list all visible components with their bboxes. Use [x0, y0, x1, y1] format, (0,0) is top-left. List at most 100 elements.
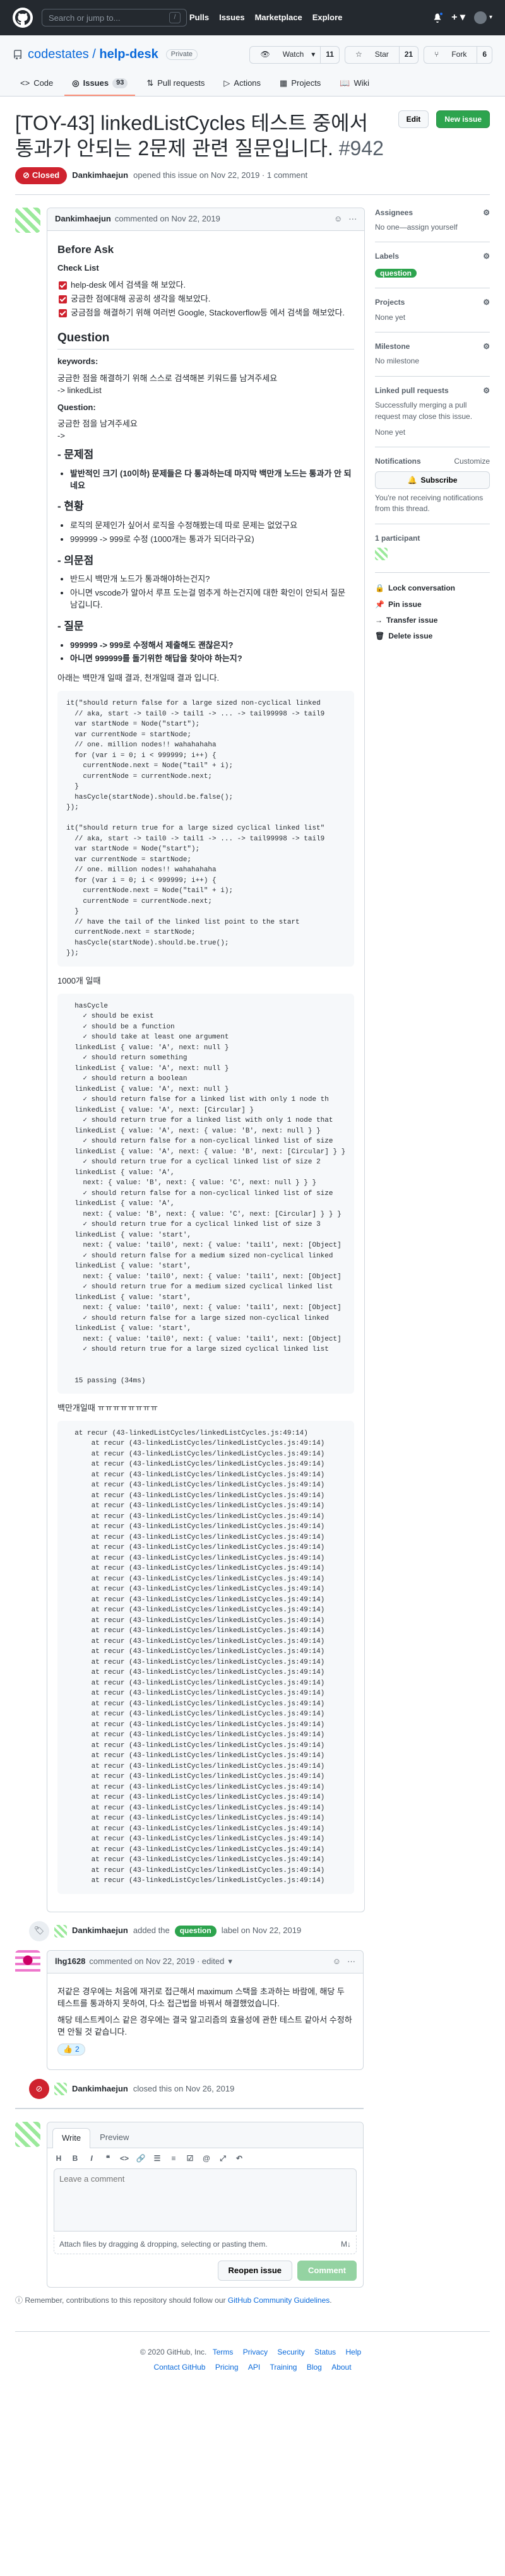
projects-heading[interactable]: Projects	[375, 297, 405, 308]
reply-icon[interactable]: ↶	[234, 2153, 244, 2163]
customize-link[interactable]: Customize	[454, 456, 490, 467]
tab-issues[interactable]: ◎ Issues 93	[64, 73, 136, 96]
reaction-thumbs-up[interactable]: 👍 2	[57, 2044, 85, 2056]
delete-issue-action[interactable]: 🗑 Delete issue	[375, 631, 490, 642]
checkbox-icon[interactable]	[59, 295, 67, 303]
fork-count[interactable]: 6	[477, 46, 492, 63]
label-badge[interactable]: question	[174, 1926, 217, 1937]
tab-wiki[interactable]: 📖 Wiki	[332, 73, 377, 96]
milestone-heading[interactable]: Milestone	[375, 341, 410, 352]
fork-button[interactable]: ⑂ Fork 6	[424, 45, 492, 64]
gear-icon[interactable]: ⚙	[483, 251, 490, 262]
transfer-issue-action[interactable]: → Transfer issue	[375, 615, 490, 626]
github-logo-icon[interactable]	[13, 8, 33, 28]
footer-link[interactable]: Contact GitHub	[153, 2363, 205, 2372]
avatar[interactable]	[54, 2083, 67, 2096]
task-list-icon[interactable]: ☑	[185, 2153, 195, 2163]
kebab-horizontal-icon[interactable]: ···	[348, 213, 357, 225]
markdown-toolbar: H B I ❝ <> 🔗 ☰ ≡ ☑ @ ⤢ ↶	[47, 2148, 363, 2168]
quote-icon[interactable]: ❝	[103, 2153, 113, 2163]
checkbox-icon[interactable]	[59, 309, 67, 317]
footer-link[interactable]: Security	[277, 2348, 304, 2356]
footer-link[interactable]: About	[331, 2363, 351, 2372]
kebab-horizontal-icon[interactable]: ···	[347, 1956, 355, 1968]
search-input[interactable]	[42, 9, 187, 26]
avatar[interactable]	[375, 547, 388, 560]
labels-heading[interactable]: Labels	[375, 251, 399, 262]
comment-textarea[interactable]	[54, 2168, 357, 2232]
ordered-list-icon[interactable]: ≡	[169, 2153, 179, 2163]
avatar[interactable]	[15, 2122, 40, 2148]
repo-name-link[interactable]: help-desk	[99, 47, 158, 61]
gear-icon[interactable]: ⚙	[483, 341, 490, 352]
guidelines-link[interactable]: GitHub Community Guidelines	[228, 2296, 330, 2305]
footer-link[interactable]: API	[248, 2363, 260, 2372]
user-avatar-menu[interactable]: ▾	[473, 11, 492, 24]
footer-link[interactable]: Privacy	[243, 2348, 268, 2356]
watch-button[interactable]: 👁 Watch ▾ 11	[249, 45, 340, 64]
footer-link[interactable]: Pricing	[215, 2363, 239, 2372]
comment-author[interactable]: Dankimhaejun	[55, 213, 111, 225]
label-badge[interactable]: question	[375, 268, 417, 278]
gear-icon[interactable]: ⚙	[483, 297, 490, 308]
watch-count[interactable]: 11	[320, 46, 339, 63]
star-count[interactable]: 21	[398, 46, 418, 63]
unordered-list-icon[interactable]: ☰	[152, 2153, 162, 2163]
footer-link[interactable]: Status	[314, 2348, 336, 2356]
event-author[interactable]: Dankimhaejun	[72, 1925, 128, 1937]
edit-title-button[interactable]: Edit	[398, 110, 429, 128]
comment-button[interactable]: Comment	[297, 2260, 357, 2281]
attach-files-zone[interactable]: Attach files by dragging & dropping, sel…	[54, 2235, 357, 2254]
question-desc: 궁금한 점을 남겨주세요 ->	[57, 419, 138, 441]
lock-conversation-action[interactable]: 🔒 Lock conversation	[375, 583, 490, 594]
link-icon[interactable]: 🔗	[136, 2153, 146, 2163]
nav-pulls[interactable]: Pulls	[189, 12, 209, 24]
heading-icon[interactable]: H	[54, 2153, 64, 2163]
event-author[interactable]: Dankimhaejun	[72, 2083, 128, 2095]
assignees-value[interactable]: No one—assign yourself	[375, 222, 490, 233]
subscribe-button[interactable]: 🔔 Subscribe	[375, 471, 490, 489]
issue-closed-icon: ⊘	[23, 170, 30, 180]
edited-dropdown-icon[interactable]: ▾	[228, 1956, 232, 1968]
tab-code[interactable]: <> Code	[13, 73, 61, 96]
nav-explore[interactable]: Explore	[312, 12, 343, 24]
reopen-issue-button[interactable]: Reopen issue	[217, 2260, 293, 2281]
gear-icon[interactable]: ⚙	[483, 385, 490, 396]
tab-actions[interactable]: ▷ Actions	[216, 73, 268, 96]
nav-marketplace[interactable]: Marketplace	[255, 12, 302, 24]
notifications-bell-icon[interactable]	[432, 11, 444, 23]
issue-author[interactable]: Dankimhaejun	[72, 170, 128, 182]
tab-preview[interactable]: Preview	[90, 2127, 138, 2148]
comment-meta[interactable]: commented on Nov 22, 2019 · edited	[89, 1956, 224, 1968]
code-icon[interactable]: <>	[119, 2153, 129, 2163]
linked-prs-heading[interactable]: Linked pull requests	[375, 385, 449, 396]
star-button[interactable]: ☆ Star 21	[344, 45, 419, 64]
italic-icon[interactable]: I	[86, 2153, 97, 2163]
checkbox-icon[interactable]	[59, 281, 67, 290]
reference-icon[interactable]: ⤢	[218, 2153, 228, 2163]
nav-issues[interactable]: Issues	[219, 12, 244, 24]
mention-icon[interactable]: @	[201, 2153, 211, 2163]
tab-pull-requests[interactable]: ⇅ Pull requests	[139, 73, 212, 96]
tab-write[interactable]: Write	[52, 2128, 91, 2149]
bold-icon[interactable]: B	[70, 2153, 80, 2163]
avatar[interactable]	[15, 1950, 40, 1975]
footer-link[interactable]: Blog	[307, 2363, 322, 2372]
repo-owner-link[interactable]: codestates	[28, 47, 89, 61]
gear-icon[interactable]: ⚙	[483, 208, 490, 218]
footer-link[interactable]: Training	[270, 2363, 297, 2372]
footer-link[interactable]: Help	[346, 2348, 362, 2356]
comment-meta[interactable]: commented on Nov 22, 2019	[115, 213, 220, 225]
new-issue-button[interactable]: New issue	[436, 110, 490, 128]
avatar[interactable]	[15, 207, 40, 233]
avatar[interactable]	[54, 1924, 67, 1938]
tab-projects[interactable]: ▦ Projects	[272, 73, 328, 96]
star-icon: ☆	[355, 49, 362, 59]
footer-link[interactable]: Terms	[213, 2348, 234, 2356]
create-new-plus-icon[interactable]: + ▾	[451, 10, 465, 25]
smiley-icon[interactable]: ☺	[333, 1956, 341, 1968]
smiley-icon[interactable]: ☺	[334, 213, 342, 225]
comment-author[interactable]: lhg1628	[55, 1956, 85, 1968]
pin-issue-action[interactable]: 📌 Pin issue	[375, 599, 490, 610]
assignees-heading[interactable]: Assignees	[375, 208, 413, 218]
